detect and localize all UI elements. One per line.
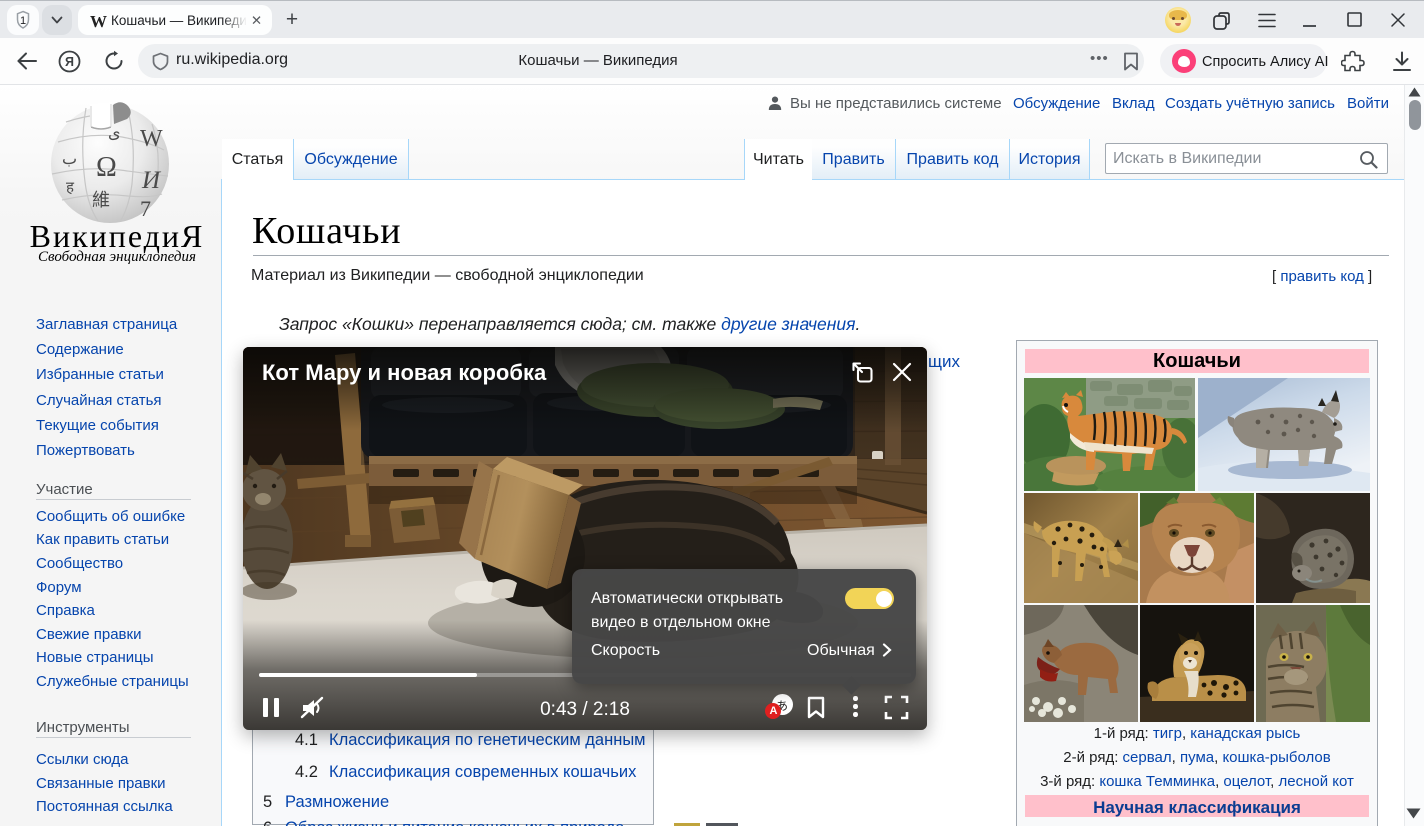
svg-text:Ω: Ω <box>96 152 117 183</box>
svg-text:ی: ی <box>108 125 121 142</box>
svg-text:維: 維 <box>92 190 110 210</box>
svg-text:И: И <box>141 167 162 194</box>
svg-text:Я: Я <box>65 55 74 69</box>
svg-text:ह: ह <box>66 180 75 196</box>
svg-text:ب: ب <box>62 151 77 168</box>
svg-text:1: 1 <box>20 15 26 27</box>
svg-text:W: W <box>140 126 163 152</box>
